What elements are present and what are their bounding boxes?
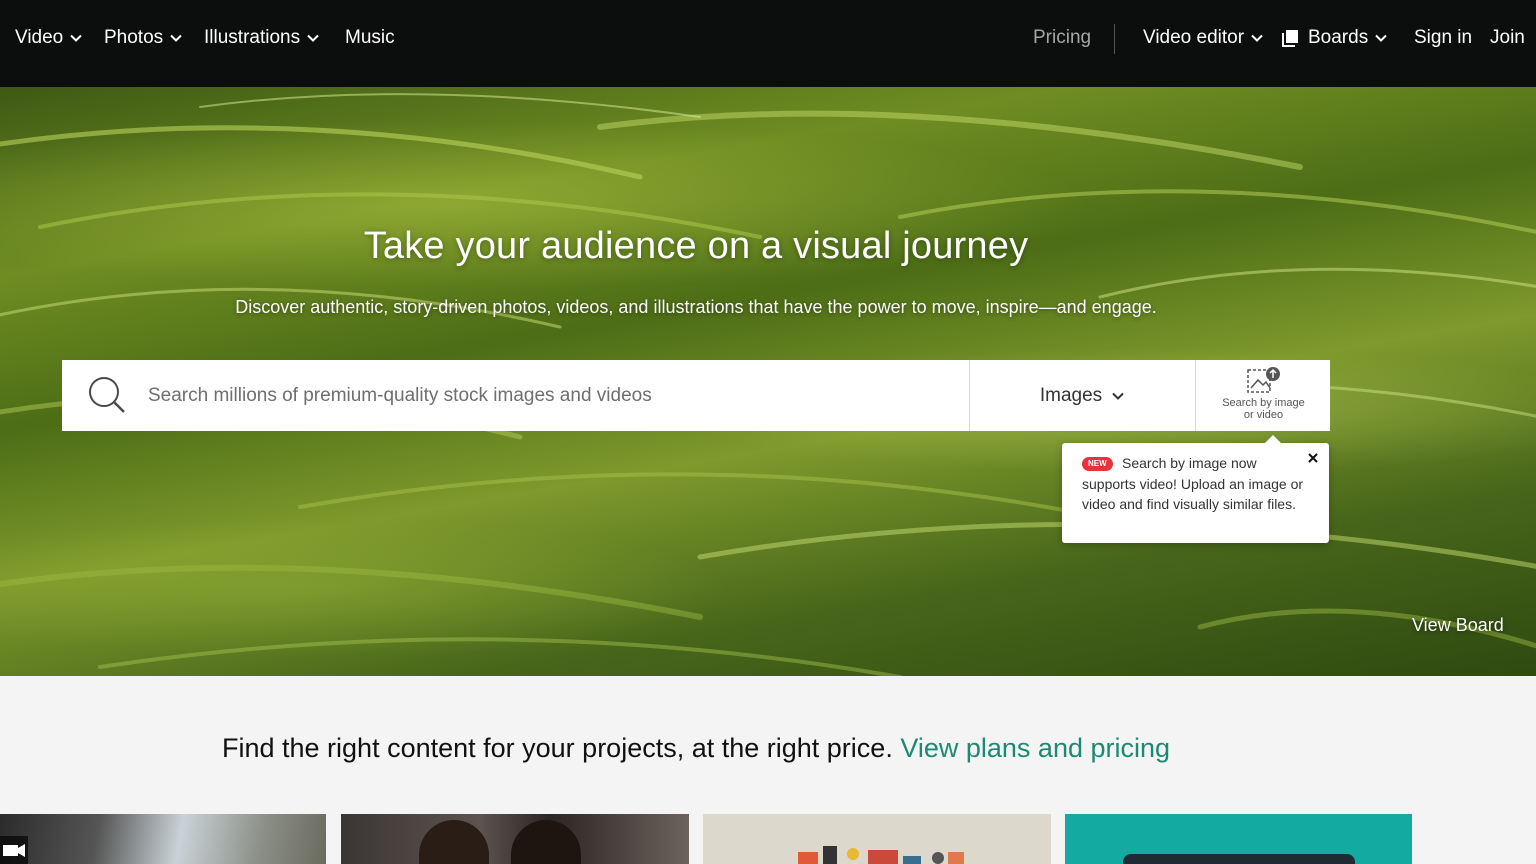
nav-divider [1114,24,1115,54]
nav-boards[interactable]: Boards [1282,26,1388,50]
search-by-image-label-line2: or video [1243,409,1284,421]
search-type-selected: Images [1039,384,1103,406]
chevron-down-icon [307,34,319,42]
search-input[interactable] [148,378,948,414]
nav-boards-label: Boards [1308,27,1369,48]
hero-subtitle: Discover authentic, story-driven photos,… [235,297,1157,317]
search-by-image-label: Search by image or video [1196,397,1331,421]
nav-photos-label: Photos [104,27,164,48]
search-by-image-icon [1247,367,1280,393]
hero-title: Take your audience on a visual journey [363,225,1029,267]
new-feature-tooltip: NEW Search by image now supports video! … [1062,435,1329,543]
promo-text: Find the right content for your projects… [221,733,893,763]
nav-pricing[interactable]: Pricing [1033,26,1091,50]
illustration-image [798,846,964,864]
device-screen-image [1123,854,1355,864]
nav-join[interactable]: Join [1490,26,1525,50]
search-icon [89,377,125,413]
video-camera-icon [0,836,28,864]
hero-banner: Take your audience on a visual journey D… [0,87,1536,676]
search-by-image-label-line1: Search by image [1222,397,1305,409]
nav-music-label: Music [345,27,395,48]
content-card-illustration[interactable] [703,814,1051,864]
nav-sign-in[interactable]: Sign in [1414,26,1472,50]
nav-video[interactable]: Video [15,26,83,50]
chevron-down-icon [1375,34,1387,42]
nav-photos[interactable]: Photos [104,26,183,50]
nav-pricing-label: Pricing [1033,27,1092,48]
view-board-link[interactable]: View Board [1412,615,1504,636]
search-type-dropdown[interactable]: Images [969,360,1195,431]
content-card-video[interactable] [0,814,326,864]
close-icon[interactable] [1305,450,1321,466]
nav-illustrations[interactable]: Illustrations [204,26,320,50]
pricing-promo: Find the right content for your projects… [0,733,1392,764]
nav-join-label: Join [1490,27,1525,48]
tooltip-text: Search by image now supports video! Uplo… [1082,455,1304,512]
chevron-down-icon [1251,34,1263,42]
nav-illustrations-label: Illustrations [204,27,301,48]
person-image [419,820,489,864]
chevron-down-icon [1112,392,1124,400]
nav-video-editor[interactable]: Video editor [1143,26,1264,50]
boards-icon [1282,30,1298,47]
search-by-image-button[interactable]: Search by image or video [1195,360,1330,431]
chevron-down-icon [170,34,182,42]
chevron-down-icon [70,34,82,42]
nav-sign-in-label: Sign in [1414,27,1473,48]
content-card-editor[interactable] [1065,814,1412,864]
top-navigation: Video Photos Illustrations Music Pricing… [0,0,1536,87]
content-card-photo[interactable] [341,814,689,864]
search-bar: Images Search by image or video [62,360,1330,431]
nav-music[interactable]: Music [345,26,395,50]
nav-video-editor-label: Video editor [1143,27,1245,48]
nav-video-label: Video [15,27,64,48]
view-plans-link[interactable]: View plans and pricing [900,733,1170,763]
person-image [511,820,581,864]
